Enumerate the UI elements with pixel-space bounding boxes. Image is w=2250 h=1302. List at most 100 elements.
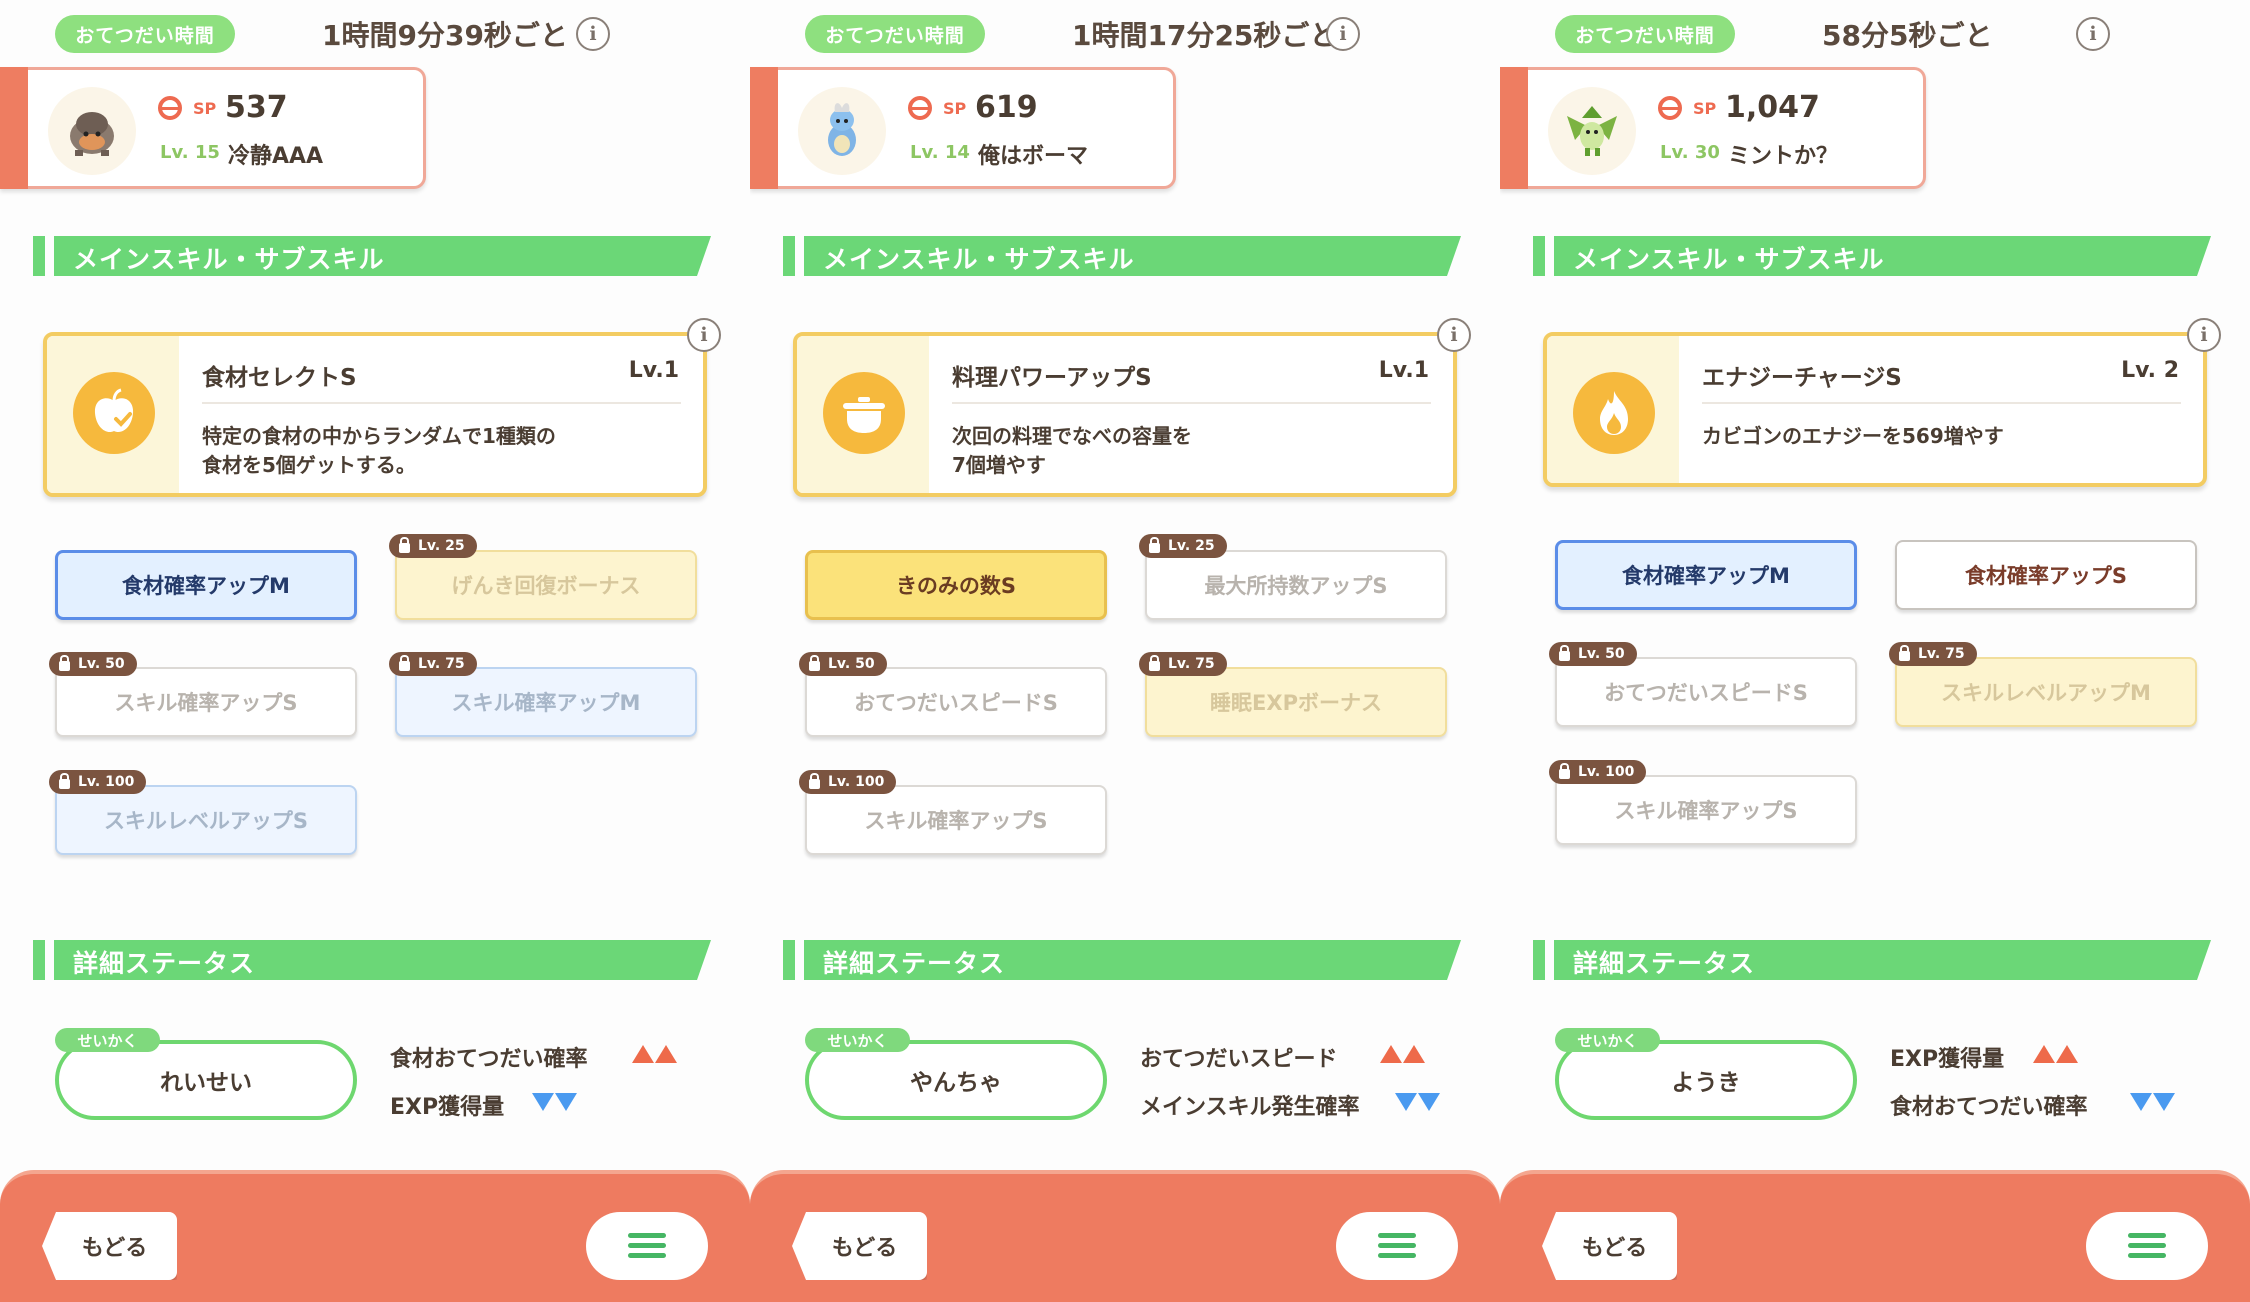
level-lock-badge: Lv. 25 — [389, 534, 477, 558]
card-stripe — [0, 67, 28, 189]
nature-value[interactable]: ようき — [1555, 1040, 1857, 1120]
rock-pokemon-icon — [48, 87, 136, 175]
main-skill-name: 食材セレクトS — [202, 365, 357, 391]
sub-skill-button[interactable]: スキルレベルアップM — [1895, 657, 2197, 727]
section-header-skills: メインスキル・サブスキル — [33, 236, 711, 276]
pokemon-card[interactable]: SP 1,047 Lv. 30 ミントか？ — [1500, 67, 1926, 189]
pokemon-detail-panel-3: おてつだい時間 58分5秒ごと i SP 1,047 Lv. 30 ミントか？ … — [1500, 0, 2250, 1302]
sp-value: 1,047 — [1725, 90, 1820, 125]
info-icon[interactable]: i — [1437, 318, 1471, 352]
section-header-skills: メインスキル・サブスキル — [783, 236, 1461, 276]
back-button[interactable]: もどる — [792, 1212, 927, 1280]
pokemon-name: ミントか？ — [1728, 144, 1839, 169]
triangle-up-icon — [2033, 1045, 2055, 1063]
nature-down-stat: メインスキル発生確率 — [1140, 1095, 1360, 1120]
nature-value[interactable]: れいせい — [55, 1040, 357, 1120]
sub-skill-button[interactable]: 食材確率アップM — [55, 550, 357, 620]
level-lock-badge: Lv. 25 — [1139, 534, 1227, 558]
sp-icon — [908, 96, 932, 120]
apple-check-icon — [73, 372, 155, 454]
pokemon-card[interactable]: SP 619 Lv. 14 俺はボーマ — [750, 67, 1176, 189]
pot-icon — [823, 372, 905, 454]
main-skill-card[interactable]: 食材セレクトS Lv.1 特定の食材の中からランダムで1種類の 食材を5個ゲット… — [43, 318, 721, 497]
section-header-skills: メインスキル・サブスキル — [1533, 236, 2211, 276]
sub-skill-button[interactable]: きのみの数S — [805, 550, 1107, 620]
sub-skill-button[interactable]: 睡眠EXPボーナス — [1145, 667, 1447, 737]
triangle-up-icon — [2056, 1045, 2078, 1063]
nature-tag: せいかく — [805, 1028, 910, 1052]
triangle-down-icon — [1395, 1093, 1417, 1111]
info-icon[interactable]: i — [2187, 318, 2221, 352]
lock-icon — [809, 655, 820, 671]
sub-skill-button[interactable]: スキル確率アップM — [395, 667, 697, 737]
nature-up-stat: おてつだいスピード — [1140, 1047, 1338, 1072]
pokemon-level: Lv. 30 — [1660, 142, 1720, 163]
pokemon-card[interactable]: SP 537 Lv. 15 冷静AAA — [0, 67, 426, 189]
level-lock-badge: Lv. 50 — [1549, 642, 1637, 666]
sub-skill-button[interactable]: 最大所持数アップS — [1145, 550, 1447, 620]
lock-icon — [59, 773, 70, 789]
pokemon-level: Lv. 15 — [160, 142, 220, 163]
help-time-pill: おてつだい時間 — [1555, 15, 1735, 53]
level-lock-badge: Lv. 100 — [799, 770, 897, 794]
section-title: 詳細ステータス — [823, 949, 1006, 978]
menu-button[interactable] — [2086, 1212, 2208, 1280]
section-header-status: 詳細ステータス — [1533, 940, 2211, 980]
sub-skill-button[interactable]: 食材確率アップM — [1555, 540, 1857, 610]
triangle-up-icon — [632, 1045, 654, 1063]
triangle-down-icon — [2130, 1093, 2152, 1111]
main-skill-level: Lv.1 — [628, 358, 679, 383]
lock-icon — [1149, 655, 1160, 671]
info-icon[interactable]: i — [687, 318, 721, 352]
hamburger-icon — [1378, 1233, 1416, 1259]
lock-icon — [809, 773, 820, 789]
sub-skill-button[interactable]: おてつだいスピードS — [805, 667, 1107, 737]
section-title: メインスキル・サブスキル — [823, 245, 1135, 274]
info-icon[interactable]: i — [1326, 17, 1360, 51]
sub-skill-button[interactable]: スキル確率アップS — [55, 667, 357, 737]
lock-icon — [399, 537, 410, 553]
sub-skill-button[interactable]: スキルレベルアップS — [55, 785, 357, 855]
lock-icon — [1559, 645, 1570, 661]
hamburger-icon — [2128, 1233, 2166, 1259]
help-time-value: 1時間17分25秒ごと — [1072, 19, 1338, 52]
triangle-down-icon — [555, 1093, 577, 1111]
main-skill-card[interactable]: 料理パワーアップS Lv.1 次回の料理でなべの容量を 7個増やす i — [793, 318, 1471, 497]
nature-value[interactable]: やんちゃ — [805, 1040, 1107, 1120]
info-icon[interactable]: i — [576, 17, 610, 51]
dragon-pokemon-icon — [798, 87, 886, 175]
menu-button[interactable] — [586, 1212, 708, 1280]
sub-skill-button[interactable]: おてつだいスピードS — [1555, 657, 1857, 727]
help-time-value: 58分5秒ごと — [1822, 19, 1993, 52]
help-time-value: 1時間9分39秒ごと — [322, 19, 568, 52]
lock-icon — [399, 655, 410, 671]
flame-icon — [1573, 372, 1655, 454]
sp-value: 537 — [225, 90, 288, 125]
triangle-down-icon — [1418, 1093, 1440, 1111]
main-skill-card[interactable]: エナジーチャージS Lv. 2 カビゴンのエナジーを569増やす i — [1543, 318, 2221, 487]
level-lock-badge: Lv. 75 — [1889, 642, 1977, 666]
section-title: メインスキル・サブスキル — [73, 245, 385, 274]
back-button[interactable]: もどる — [42, 1212, 177, 1280]
section-title: 詳細ステータス — [1573, 949, 1756, 978]
section-header-status: 詳細ステータス — [783, 940, 1461, 980]
triangle-up-icon — [1380, 1045, 1402, 1063]
triangle-up-icon — [655, 1045, 677, 1063]
back-button[interactable]: もどる — [1542, 1212, 1677, 1280]
sub-skill-button[interactable]: げんき回復ボーナス — [395, 550, 697, 620]
info-icon[interactable]: i — [2076, 17, 2110, 51]
sub-skill-button[interactable]: スキル確率アップS — [805, 785, 1107, 855]
level-lock-badge: Lv. 75 — [389, 652, 477, 676]
level-lock-badge: Lv. 100 — [1549, 760, 1647, 784]
menu-button[interactable] — [1336, 1212, 1458, 1280]
nature-down-stat: 食材おてつだい確率 — [1890, 1095, 2088, 1120]
nature-up-stat: EXP獲得量 — [1890, 1047, 2005, 1072]
nature-tag: せいかく — [1555, 1028, 1660, 1052]
sub-skill-button[interactable]: スキル確率アップS — [1555, 775, 1857, 845]
level-lock-badge: Lv. 100 — [49, 770, 147, 794]
main-skill-name: 料理パワーアップS — [952, 365, 1152, 391]
sp-label: SP — [1693, 99, 1717, 118]
sub-skill-button[interactable]: 食材確率アップS — [1895, 540, 2197, 610]
triangle-down-icon — [2153, 1093, 2175, 1111]
lock-icon — [1559, 763, 1570, 779]
